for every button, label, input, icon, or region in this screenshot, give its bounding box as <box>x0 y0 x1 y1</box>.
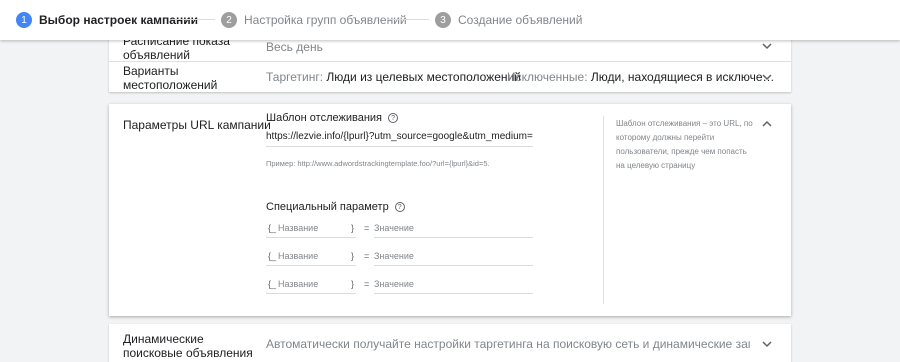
param-value-input[interactable]: Значение <box>374 246 533 266</box>
value-placeholder: Значение <box>374 251 414 261</box>
param-value-input[interactable]: Значение <box>374 274 533 294</box>
setting-title: Варианты местоположений <box>123 64 218 92</box>
dynamic-search-row[interactable]: Динамические поисковые объявления Автома… <box>109 324 791 362</box>
setting-value: Весь день <box>266 40 323 54</box>
param-name-input[interactable]: {_ Название } <box>266 274 356 294</box>
setting-value: Автоматически получайте настройки таргет… <box>266 337 750 351</box>
equals-sign: = <box>364 223 370 233</box>
setting-title: Динамические поисковые объявления <box>123 332 253 360</box>
param-name-input[interactable]: {_ Название } <box>266 218 356 238</box>
custom-param-label: Специальный параметр ? <box>266 201 405 213</box>
name-placeholder: Название <box>278 279 319 289</box>
chevron-down-icon[interactable] <box>761 71 773 83</box>
help-icon[interactable]: ? <box>394 202 405 212</box>
value-placeholder: Значение <box>374 223 414 233</box>
help-divider <box>603 116 604 304</box>
targeting-label: Таргетинг: <box>266 70 324 84</box>
step-1[interactable]: 1 Выбор настроек кампании <box>16 0 198 40</box>
step-connector <box>172 19 215 20</box>
brace-close: } <box>350 251 354 261</box>
name-placeholder: Название <box>278 251 319 261</box>
targeting-value: Люди из целевых местоположений <box>326 70 521 84</box>
equals-sign: = <box>364 251 370 261</box>
custom-param-row: {_ Название } = Значение <box>266 218 533 238</box>
brace-open: {_ <box>268 279 277 289</box>
setting-value: Таргетинг: Люди из целевых местоположени… <box>266 70 521 84</box>
brace-open: {_ <box>268 223 277 233</box>
label-text: Специальный параметр <box>266 201 389 213</box>
brace-open: {_ <box>268 251 277 261</box>
step-number: 3 <box>435 12 451 28</box>
brace-close: } <box>350 223 354 233</box>
example-text: Пример: http://www.adwordstrackingtempla… <box>266 159 490 168</box>
custom-param-row: {_ Название } = Значение <box>266 246 533 266</box>
step-number: 2 <box>221 12 237 28</box>
step-label: Выбор настроек кампании <box>39 13 198 27</box>
section-title: Параметры URL кампании <box>123 118 271 132</box>
chevron-up-icon[interactable] <box>761 118 773 130</box>
excluded-value: Люди, находящиеся в исключе… <box>590 70 775 84</box>
url-params-card: Параметры URL кампании Шаблон отслеживан… <box>109 104 791 316</box>
brace-close: } <box>350 279 354 289</box>
chevron-down-icon[interactable] <box>761 338 773 350</box>
help-text: Шаблон отслеживания – это URL, по которо… <box>616 119 753 170</box>
value-placeholder: Значение <box>374 279 414 289</box>
step-2[interactable]: 2 Настройка групп объявлений <box>221 0 407 40</box>
stepper-header: 1 Выбор настроек кампании 2 Настройка гр… <box>0 0 900 40</box>
step-number: 1 <box>16 12 32 28</box>
step-label: Настройка групп объявлений <box>244 13 407 27</box>
step-label: Создание объявлений <box>458 13 583 27</box>
custom-param-row: {_ Название } = Значение <box>266 274 533 294</box>
param-name-input[interactable]: {_ Название } <box>266 246 356 266</box>
setting-value-excluded: Исключенные: Люди, находящиеся в исключе… <box>507 70 775 84</box>
label-text: Шаблон отслеживания <box>266 112 383 124</box>
tracking-template-input[interactable]: https://lezvie.info/{lpurl}?utm_source=g… <box>266 127 533 147</box>
step-connector <box>387 19 429 20</box>
tracking-template-label: Шаблон отслеживания ? <box>266 112 399 124</box>
chevron-down-icon[interactable] <box>761 40 773 52</box>
step-3[interactable]: 3 Создание объявлений <box>435 0 582 40</box>
name-placeholder: Название <box>278 223 319 233</box>
setting-row-locations[interactable]: Варианты местоположений Таргетинг: Люди … <box>109 62 791 92</box>
equals-sign: = <box>364 279 370 289</box>
param-value-input[interactable]: Значение <box>374 218 533 238</box>
excluded-label: Исключенные: <box>507 70 588 84</box>
help-icon[interactable]: ? <box>388 113 399 123</box>
